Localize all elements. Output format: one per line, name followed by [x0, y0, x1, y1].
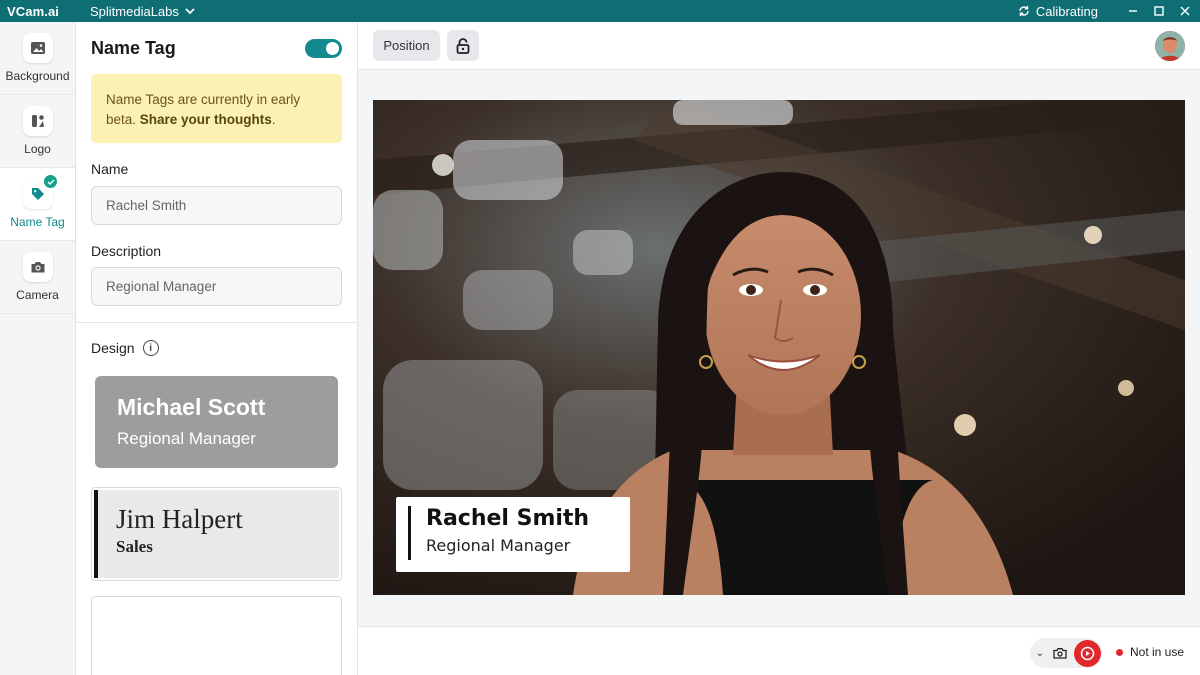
beta-notice: Name Tags are currently in early beta. S… [91, 74, 342, 143]
camera-icon [1053, 648, 1067, 659]
design-heading: Design i [91, 340, 159, 356]
camera-preview: Rachel Smith Regional Manager [373, 100, 1185, 595]
name-tag-toggle[interactable] [305, 39, 342, 58]
status-dot [1116, 648, 1123, 656]
divider [76, 322, 357, 323]
calibrating-status[interactable]: Calibrating [1018, 4, 1098, 19]
preview-name-tag[interactable]: Rachel Smith Regional Manager [396, 497, 630, 572]
close-button[interactable] [1172, 0, 1198, 22]
image-icon [22, 33, 53, 63]
design-label: Design [91, 340, 135, 356]
position-button[interactable]: Position [373, 30, 440, 61]
design-option-name: Jim Halpert [116, 504, 243, 534]
design-option-description: Regional Manager [117, 429, 256, 448]
unlock-button[interactable] [447, 30, 479, 61]
beta-end: . [271, 112, 276, 127]
preview-toolbar: Position [358, 22, 1200, 70]
nav-item-camera[interactable]: Camera [0, 241, 75, 314]
logo-icon [22, 106, 53, 136]
chevron-down-icon [185, 7, 195, 14]
nav-item-label: Logo [24, 142, 51, 156]
calibrating-label: Calibrating [1035, 3, 1098, 19]
name-input[interactable]: Rachel Smith [91, 186, 342, 225]
left-nav: Background Logo Name Tag Camera [0, 22, 76, 675]
minimize-icon [1129, 10, 1137, 12]
description-input[interactable]: Regional Manager [91, 267, 342, 306]
status-text: Not in use [1130, 645, 1185, 659]
nav-item-name-tag[interactable]: Name Tag [0, 168, 75, 241]
nav-item-label: Camera [16, 288, 59, 302]
maximize-button[interactable] [1146, 0, 1172, 22]
snapshot-button[interactable] [1050, 647, 1070, 659]
info-icon[interactable]: i [142, 340, 159, 356]
design-option-name: Michael Scott [117, 394, 266, 420]
sync-icon [1019, 6, 1029, 16]
settings-panel: Name Tag Name Tags are currently in earl… [76, 22, 358, 675]
record-button[interactable] [1074, 639, 1101, 667]
name-label: Name [91, 161, 129, 177]
title-bar: VCam.ai SplitmediaLabs Calibrating [0, 0, 1200, 22]
status-bar: ⌄ Not in use [358, 626, 1200, 675]
unlock-icon [456, 37, 470, 54]
design-option-description: Sales [116, 537, 153, 556]
check-icon [44, 175, 57, 188]
org-switcher[interactable]: SplitmediaLabs [76, 4, 195, 19]
nav-item-background[interactable]: Background [0, 22, 75, 95]
capture-controls: ⌄ [1030, 638, 1102, 668]
design-option-gray[interactable]: Michael Scott Regional Manager [95, 376, 338, 468]
camera-icon [22, 252, 53, 282]
description-label: Description [91, 243, 162, 259]
design-option-blank[interactable] [91, 596, 342, 675]
preview-name: Rachel Smith [426, 506, 590, 531]
maximize-icon [1154, 6, 1164, 16]
app-name: VCam.ai [7, 3, 60, 19]
usage-status: Not in use [1116, 645, 1184, 659]
chevron-down-icon[interactable]: ⌄ [1030, 648, 1050, 659]
nav-item-logo[interactable]: Logo [0, 95, 75, 168]
share-feedback-link[interactable]: Share your thoughts [140, 112, 272, 127]
avatar[interactable] [1155, 31, 1185, 61]
minimize-button[interactable] [1120, 0, 1146, 22]
design-option-serif[interactable]: Jim Halpert Sales [91, 487, 342, 581]
close-icon [1180, 6, 1190, 16]
panel-title: Name Tag [91, 38, 176, 58]
record-icon [1080, 646, 1095, 660]
org-name: SplitmediaLabs [90, 3, 179, 19]
preview-description: Regional Manager [426, 536, 571, 555]
nav-item-label: Name Tag [10, 215, 65, 229]
nav-item-label: Background [5, 69, 70, 83]
main-area: Position Rachel Smith Regional Manager ⌄… [358, 22, 1200, 675]
